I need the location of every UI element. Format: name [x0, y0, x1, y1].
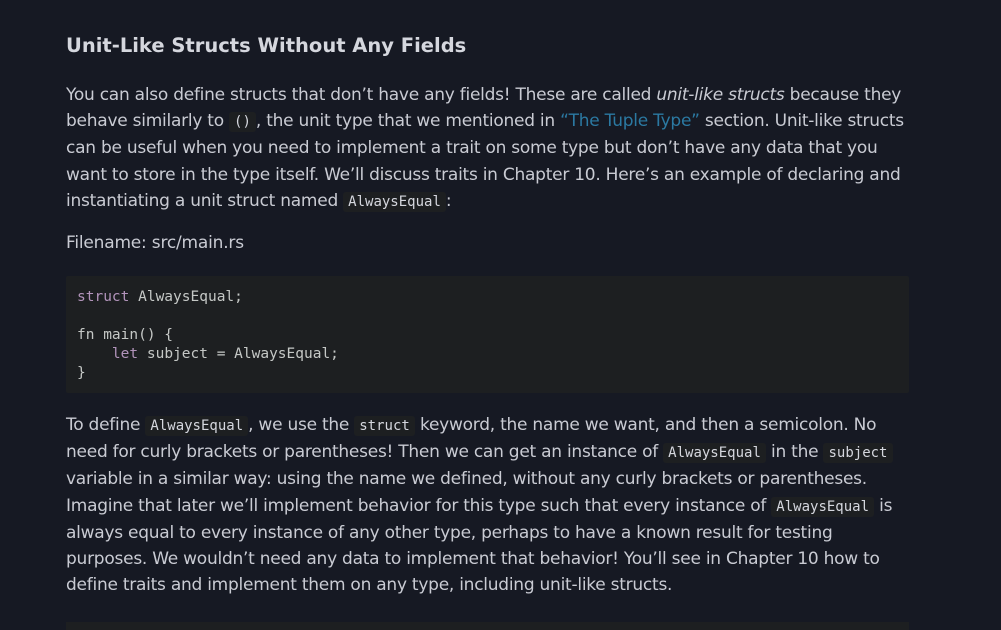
explanation-paragraph: To define AlwaysEqual, we use the struct…	[66, 412, 909, 598]
text-span: , we use the	[248, 415, 355, 435]
text-span: variable in a similar way: using the nam…	[66, 469, 867, 516]
section-heading: Unit-Like Structs Without Any Fields	[66, 34, 467, 57]
inline-code: AlwaysEqual	[771, 496, 875, 517]
code-keyword: let	[111, 346, 139, 362]
emphasis-text: unit-like structs	[656, 85, 785, 105]
inline-code: AlwaysEqual	[343, 191, 446, 212]
text-span: :	[445, 190, 452, 211]
code-text: subject = AlwaysEqual;	[138, 346, 339, 362]
inline-code: subject	[823, 443, 893, 464]
code-keyword: struct	[77, 289, 130, 305]
code-line: }	[77, 365, 86, 381]
inline-code: ()	[229, 112, 256, 133]
code-text: AlwaysEqual;	[129, 289, 243, 305]
inline-code: AlwaysEqual	[145, 416, 249, 436]
inline-code: struct	[354, 416, 415, 436]
text-span: , the unit type that we mentioned in	[255, 111, 561, 132]
text-span: You can also define structs that don’t h…	[66, 85, 657, 105]
tuple-type-link[interactable]: “The Tuple Type”	[560, 111, 700, 131]
inline-code: AlwaysEqual	[663, 443, 766, 464]
intro-paragraph: You can also define structs that don’t h…	[66, 82, 909, 215]
text-span: To define	[66, 415, 146, 435]
text-span: in the	[765, 442, 824, 463]
filename-label: Filename: src/main.rs	[66, 233, 244, 253]
next-code-block-edge	[66, 622, 909, 630]
code-block[interactable]: struct AlwaysEqual; fn main() { let subj…	[66, 276, 909, 393]
code-line: fn main() {	[77, 327, 174, 343]
